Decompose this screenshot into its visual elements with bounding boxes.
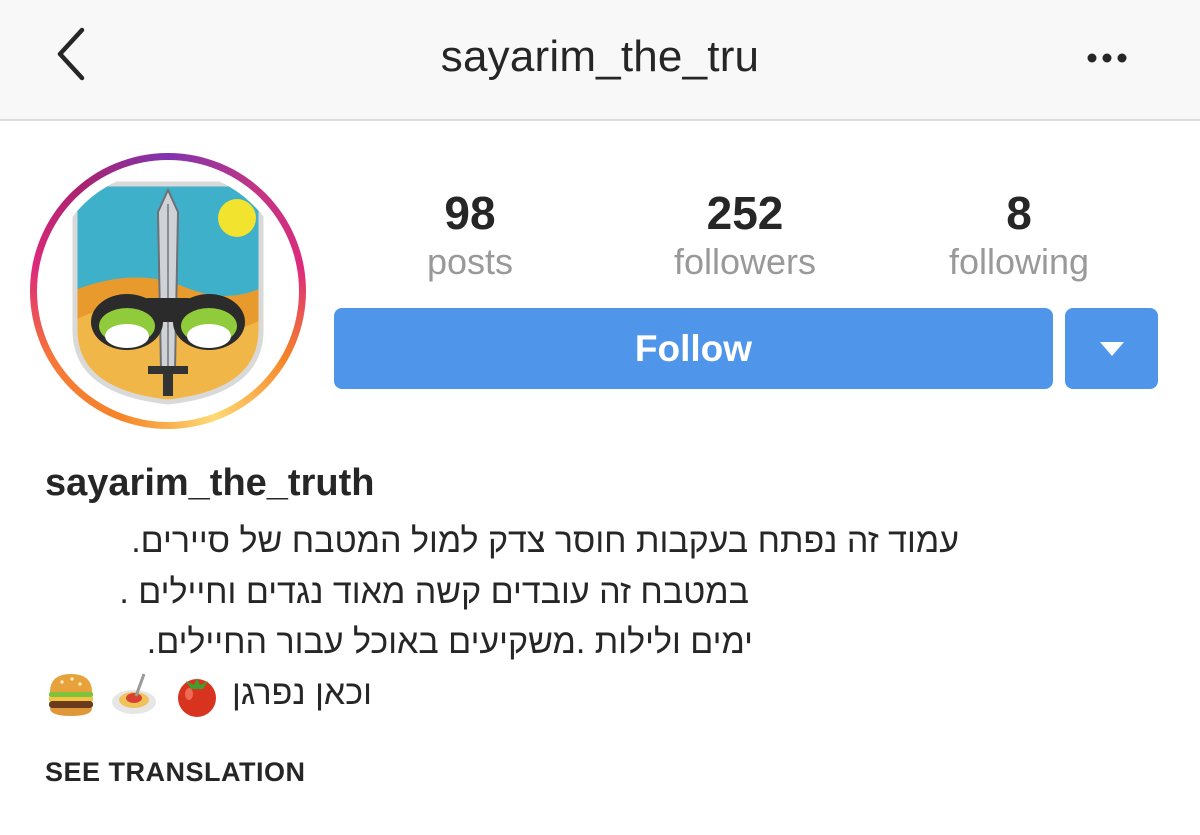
following-label: following (948, 241, 1090, 282)
bio-emoji-row (46, 670, 236, 720)
bio-line-4: וכאן נפרגן (232, 674, 372, 712)
suggested-accounts-dropdown-button[interactable] (1065, 308, 1158, 389)
bio-line-3: ימים ולילות .משקיעים באוכל עבור החיילים. (146, 623, 753, 661)
followers-stat[interactable]: 252 followers (635, 186, 855, 284)
posts-label: posts (426, 241, 514, 282)
more-horizontal-icon (1087, 53, 1127, 63)
bio-line-1: עמוד זה נפתח בעקבות חוסר צדק למול המטבח … (131, 522, 959, 560)
unit-emblem-avatar (47, 170, 289, 412)
avatar (47, 170, 289, 412)
bio-line-2: במטבח זה עובדים קשה מאוד נגדים וחיילים . (119, 573, 749, 611)
more-options-button[interactable] (1082, 46, 1132, 70)
followers-count: 252 (706, 187, 784, 239)
posts-count: 98 (444, 187, 496, 239)
spaghetti-emoji (112, 673, 156, 714)
follow-button[interactable]: Follow (334, 308, 1053, 389)
avatar-story-ring[interactable] (30, 153, 306, 429)
posts-stat[interactable]: 98 posts (360, 186, 580, 284)
following-stat[interactable]: 8 following (909, 186, 1129, 284)
top-navigation-bar: sayarim_the_tru (0, 0, 1200, 121)
see-translation-link[interactable]: SEE TRANSLATION (45, 757, 306, 788)
profile-name: sayarim_the_truth (45, 462, 375, 504)
followers-label: followers (673, 241, 817, 282)
caret-down-icon (1099, 341, 1124, 356)
tomato-emoji (178, 678, 216, 717)
page-title: sayarim_the_tru (440, 32, 760, 81)
burger-emoji (49, 674, 93, 716)
following-count: 8 (1006, 187, 1032, 239)
